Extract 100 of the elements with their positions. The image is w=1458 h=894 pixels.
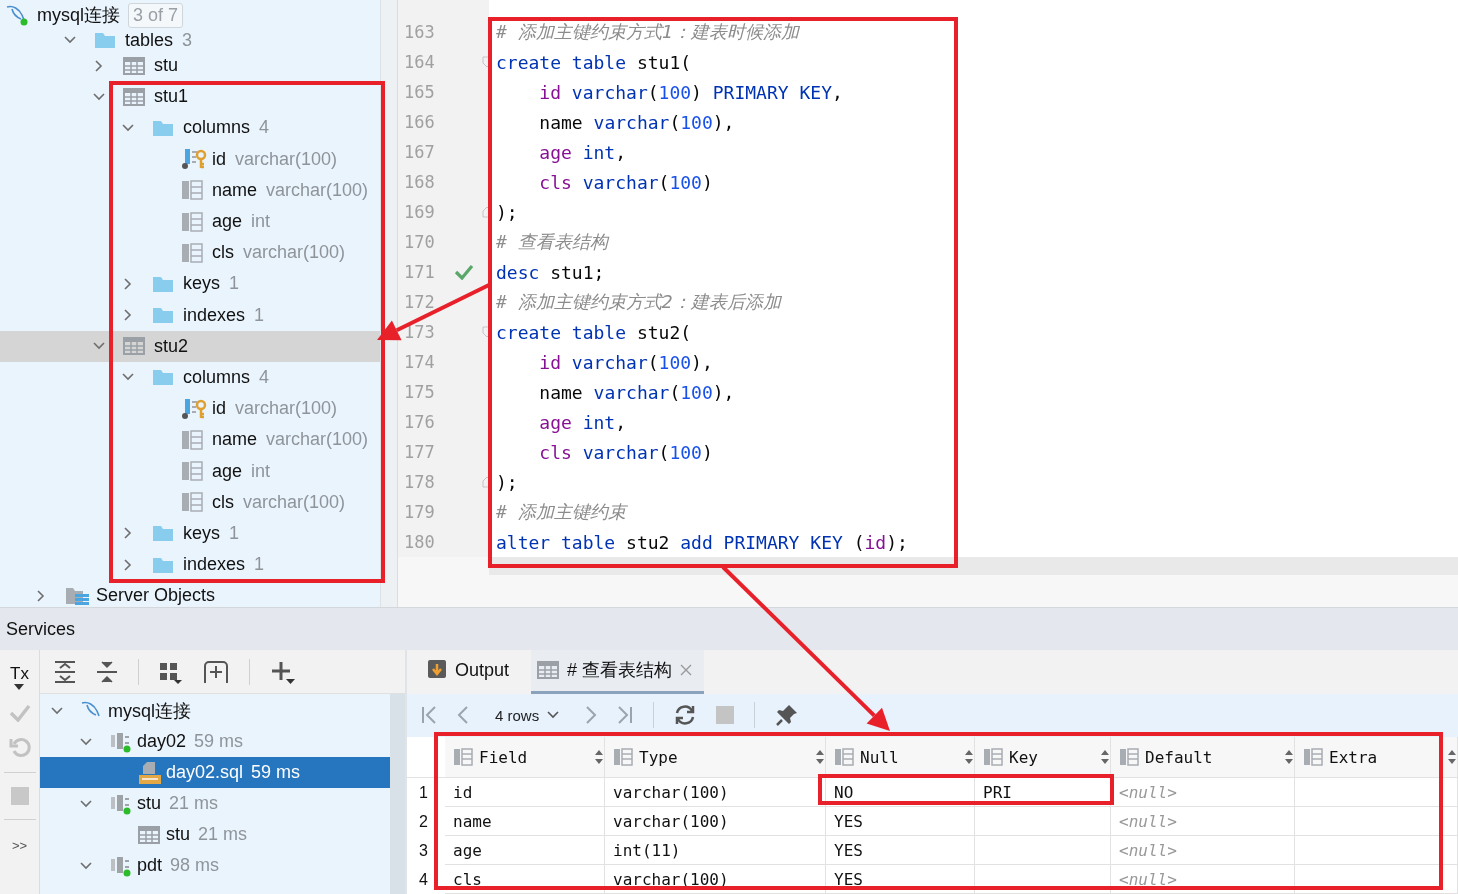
code-comment: # 添加主键约束方式2：建表后添加 bbox=[495, 290, 781, 314]
collapse-all-icon[interactable] bbox=[96, 659, 118, 684]
code-line: id varchar(100) PRIMARY KEY, bbox=[538, 81, 843, 103]
tree-item[interactable]: pdt 98 ms bbox=[40, 850, 390, 881]
table-cell: PRI bbox=[975, 778, 1111, 807]
tree-item[interactable]: name varchar(100) bbox=[0, 174, 380, 206]
tree-item[interactable]: indexes 1 bbox=[0, 299, 380, 331]
line-number: 175 bbox=[403, 382, 436, 402]
table-cell: YES bbox=[826, 865, 975, 894]
transaction-button[interactable]: Tx bbox=[10, 664, 29, 690]
column-header[interactable]: Type bbox=[605, 737, 826, 778]
line-number: 163 bbox=[403, 22, 436, 42]
close-icon[interactable] bbox=[680, 664, 693, 677]
code-comment: # 添加主键约束方式1：建表时候添加 bbox=[495, 20, 799, 44]
line-number: 180 bbox=[403, 532, 436, 552]
add-frame-icon[interactable] bbox=[203, 659, 229, 684]
table-cell: age bbox=[445, 836, 605, 865]
tree-item[interactable]: columns 4 bbox=[0, 112, 380, 144]
line-number: 164 bbox=[403, 52, 436, 72]
table-icon bbox=[537, 661, 560, 680]
code-comment: # 查看表结构 bbox=[495, 230, 608, 254]
tree-item[interactable]: stu1 bbox=[0, 81, 380, 113]
elapsed-time: 59 ms bbox=[194, 731, 244, 752]
column-icon bbox=[834, 748, 854, 766]
server-folder-icon bbox=[65, 585, 91, 606]
tree-label: name bbox=[212, 179, 258, 201]
table-cell: varchar(100) bbox=[605, 807, 826, 836]
pin-icon[interactable] bbox=[775, 703, 800, 728]
commit-check-icon[interactable] bbox=[8, 704, 31, 722]
tree-item[interactable]: day02.sql 59 ms bbox=[40, 757, 390, 788]
code-line: age int, bbox=[538, 141, 627, 163]
folder-icon bbox=[152, 306, 174, 325]
column-type: int bbox=[251, 460, 271, 482]
line-number: 167 bbox=[403, 142, 436, 162]
code-line: create table stu1( bbox=[495, 51, 692, 73]
expand-all-icon[interactable] bbox=[54, 659, 76, 684]
tree-item[interactable]: keys 1 bbox=[0, 268, 380, 300]
tree-item[interactable]: id varchar(100) bbox=[0, 393, 380, 425]
code-line: create table stu2( bbox=[495, 321, 692, 343]
column-header[interactable]: Default bbox=[1111, 737, 1295, 778]
tree-item[interactable]: stu bbox=[0, 50, 380, 82]
key-column-icon bbox=[181, 397, 207, 420]
line-number: 173 bbox=[403, 322, 436, 342]
add-icon[interactable] bbox=[270, 659, 296, 684]
sort-icon[interactable] bbox=[1447, 749, 1457, 765]
tree-item[interactable]: Server Objects bbox=[0, 580, 380, 607]
tree-item[interactable]: stu 21 ms bbox=[40, 819, 390, 850]
tree-item[interactable]: name varchar(100) bbox=[0, 424, 380, 456]
tree-item[interactable]: cls varchar(100) bbox=[0, 237, 380, 269]
tree-item[interactable]: mysql连接 bbox=[40, 695, 390, 726]
tree-item[interactable]: tables 3 bbox=[0, 30, 380, 50]
tree-item[interactable]: stu 21 ms bbox=[40, 788, 390, 819]
column-icon bbox=[983, 748, 1003, 766]
tree-item[interactable]: indexes 1 bbox=[0, 549, 380, 581]
tree-label: day02.sql bbox=[166, 762, 244, 783]
table-icon bbox=[123, 56, 145, 75]
column-type: varchar(100) bbox=[235, 398, 338, 420]
row-count-dropdown[interactable]: 4 rows bbox=[489, 706, 566, 724]
column-header[interactable]: Extra bbox=[1295, 737, 1458, 778]
tree-label: keys bbox=[183, 273, 220, 295]
tree-label: stu1 bbox=[154, 86, 189, 108]
code-line: alter table stu2 add PRIMARY KEY (id); bbox=[495, 531, 908, 553]
tree-label: indexes bbox=[183, 304, 246, 326]
tab[interactable]: Output bbox=[421, 650, 522, 694]
column-type: varchar(100) bbox=[266, 429, 369, 451]
folder-icon bbox=[152, 118, 174, 137]
column-header[interactable]: Field bbox=[445, 737, 605, 778]
tree-item[interactable]: id varchar(100) bbox=[0, 143, 380, 175]
column-type: int bbox=[251, 211, 271, 233]
line-number: 177 bbox=[403, 442, 436, 462]
tree-item[interactable]: columns 4 bbox=[0, 361, 380, 394]
tree-label: keys bbox=[183, 522, 220, 544]
tree-item[interactable]: day02 59 ms bbox=[40, 726, 390, 757]
column-type: varchar(100) bbox=[243, 491, 346, 513]
code-line: age int, bbox=[538, 411, 627, 433]
key-column-icon bbox=[181, 148, 207, 171]
line-number: 171 bbox=[403, 262, 436, 282]
row-number: 1 bbox=[418, 782, 429, 803]
table-cell: <null> bbox=[1111, 836, 1295, 865]
column-icon bbox=[453, 748, 473, 766]
tree-label: age bbox=[212, 211, 243, 233]
item-count: 1 bbox=[254, 554, 265, 576]
table-cell: varchar(100) bbox=[605, 778, 826, 807]
tree-item[interactable]: stu2 bbox=[0, 330, 380, 362]
scrollbar[interactable] bbox=[390, 694, 405, 894]
tree-label: id bbox=[212, 398, 226, 420]
tree-item[interactable]: cls varchar(100) bbox=[0, 486, 380, 518]
tree-item[interactable]: age int bbox=[0, 205, 380, 238]
column-title: Type bbox=[639, 747, 679, 767]
table-icon bbox=[138, 825, 160, 844]
tree-item[interactable]: keys 1 bbox=[0, 517, 380, 549]
column-icon bbox=[181, 242, 203, 263]
tree-label: indexes bbox=[183, 554, 246, 576]
more-button[interactable]: >> bbox=[11, 838, 28, 853]
folder-icon bbox=[152, 274, 174, 293]
tree-item[interactable]: age int bbox=[0, 455, 380, 487]
refresh-icon[interactable] bbox=[674, 704, 697, 727]
table-cell: id bbox=[445, 778, 605, 807]
line-number: 172 bbox=[403, 292, 436, 312]
tab[interactable]: # 查看表结构 bbox=[531, 650, 705, 694]
